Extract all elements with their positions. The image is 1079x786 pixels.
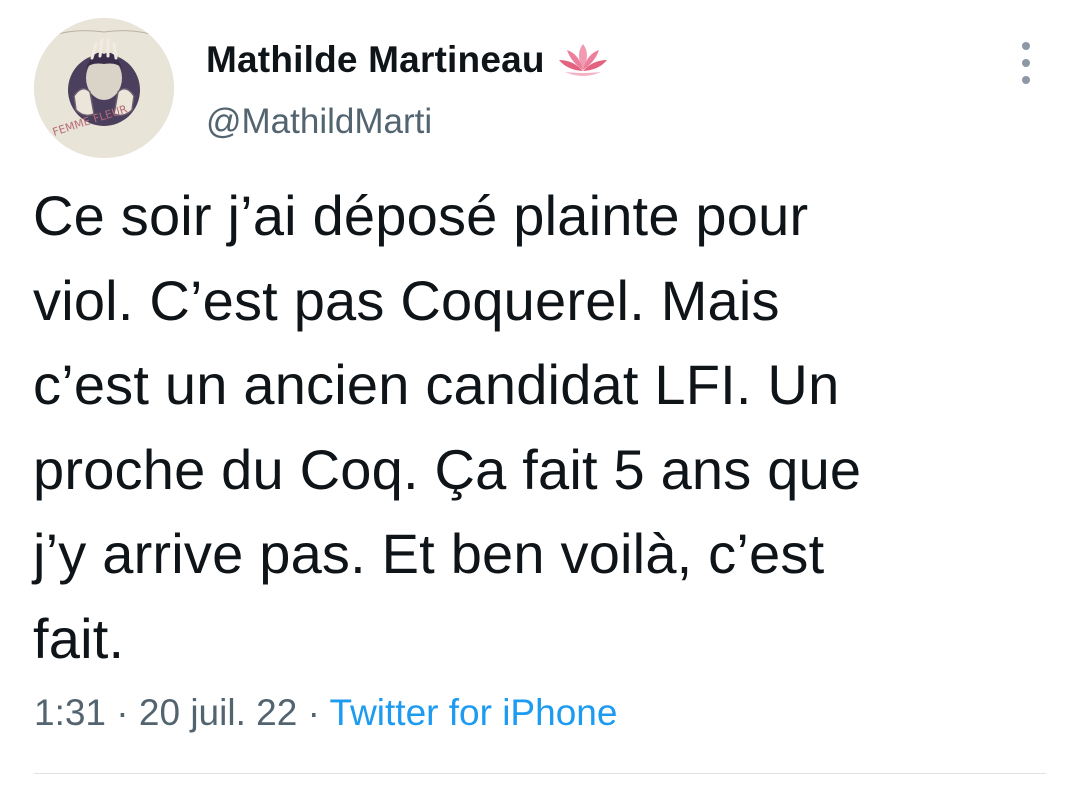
avatar-image: FEMME FLEUR: [34, 18, 174, 158]
more-options-icon[interactable]: [1008, 42, 1044, 84]
tweet: FEMME FLEUR Mathilde Martineau @MathildM…: [0, 0, 1079, 786]
tweet-meta: 1:31 · 20 juil. 22 · Twitter for iPhone: [34, 692, 617, 734]
meta-separator: ·: [106, 692, 139, 733]
lotus-icon: [557, 40, 609, 80]
display-name[interactable]: Mathilde Martineau: [206, 39, 545, 81]
tweet-time[interactable]: 1:31: [34, 692, 106, 733]
author-handle[interactable]: @MathildMarti: [206, 102, 432, 142]
tweet-date[interactable]: 20 juil. 22: [139, 692, 297, 733]
tweet-source-link[interactable]: Twitter for iPhone: [330, 692, 618, 733]
author-name-row: Mathilde Martineau: [206, 36, 609, 84]
divider: [34, 773, 1046, 774]
tweet-text: Ce soir j’ai déposé plainte pour viol. C…: [33, 184, 862, 670]
avatar[interactable]: FEMME FLEUR: [34, 18, 174, 158]
meta-separator: ·: [297, 692, 330, 733]
